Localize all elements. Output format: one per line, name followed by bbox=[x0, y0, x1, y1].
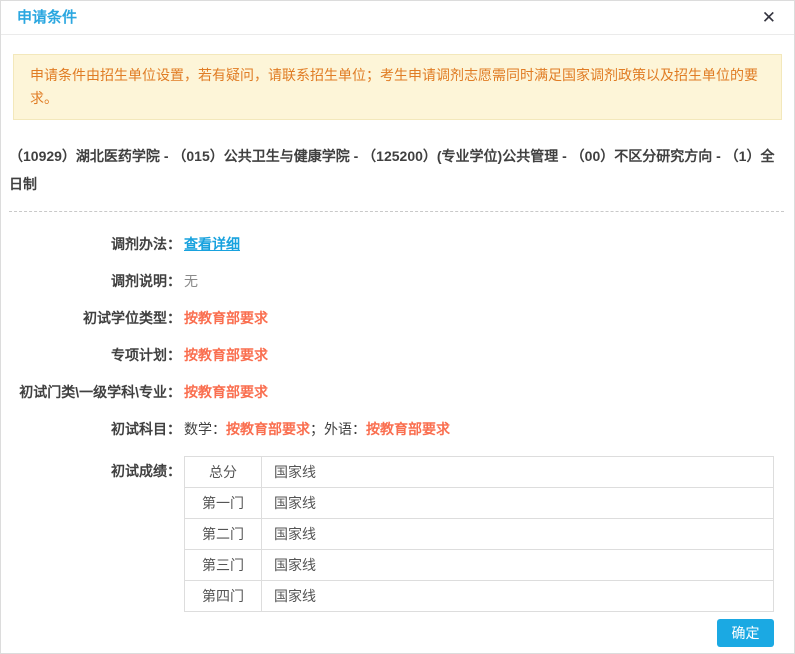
degree-type-label: 初试学位类型： bbox=[1, 308, 181, 328]
score-row-name: 总分 bbox=[185, 457, 262, 488]
table-row: 第一门 国家线 bbox=[185, 488, 774, 519]
table-row: 第二门 国家线 bbox=[185, 519, 774, 550]
modal-header: 申请条件 ✕ bbox=[1, 1, 794, 35]
close-icon[interactable]: ✕ bbox=[762, 1, 776, 34]
notice-text: 申请条件由招生单位设置，若有疑问，请联系招生单位；考生申请调剂志愿需同时满足国家… bbox=[30, 67, 758, 106]
score-row-value: 国家线 bbox=[262, 581, 774, 612]
row-discipline: 初试门类\一级学科\专业： 按教育部要求 bbox=[1, 382, 794, 402]
modal-title: 申请条件 bbox=[17, 9, 77, 26]
application-conditions-modal: { "modal": { "title": "申请条件", "close_ico… bbox=[0, 0, 795, 654]
math-label: 数学： bbox=[184, 421, 226, 437]
foreign-value: 按教育部要求 bbox=[366, 421, 450, 437]
view-details-link[interactable]: 查看详细 bbox=[181, 234, 240, 254]
transfer-method-label: 调剂办法： bbox=[1, 234, 181, 254]
table-row: 第四门 国家线 bbox=[185, 581, 774, 612]
table-row: 总分 国家线 bbox=[185, 457, 774, 488]
special-plan-label: 专项计划： bbox=[1, 345, 181, 365]
score-table: 总分 国家线 第一门 国家线 第二门 国家线 第三门 国家线 第四门 国家线 bbox=[184, 456, 774, 612]
discipline-value: 按教育部要求 bbox=[181, 382, 268, 402]
score-row-name: 第二门 bbox=[185, 519, 262, 550]
score-row-value: 国家线 bbox=[262, 550, 774, 581]
exam-subjects-label: 初试科目： bbox=[1, 419, 181, 439]
score-row-name: 第一门 bbox=[185, 488, 262, 519]
math-value: 按教育部要求 bbox=[226, 421, 310, 437]
confirm-button[interactable]: 确定 bbox=[717, 619, 774, 647]
program-info: （10929）湖北医药学院 - （015）公共卫生与健康学院 - （125200… bbox=[9, 142, 784, 212]
score-row-value: 国家线 bbox=[262, 457, 774, 488]
foreign-label: ；外语： bbox=[310, 421, 366, 437]
transfer-note-value: 无 bbox=[181, 271, 198, 291]
score-row-value: 国家线 bbox=[262, 488, 774, 519]
exam-scores-label: 初试成绩： bbox=[1, 456, 181, 612]
row-exam-scores: 初试成绩： 总分 国家线 第一门 国家线 第二门 国家线 第三门 国家线 bbox=[1, 456, 794, 612]
details-list: 调剂办法： 查看详细 调剂说明： 无 初试学位类型： 按教育部要求 专项计划： … bbox=[1, 234, 794, 612]
transfer-note-label: 调剂说明： bbox=[1, 271, 181, 291]
discipline-label: 初试门类\一级学科\专业： bbox=[1, 382, 181, 402]
notice-banner: 申请条件由招生单位设置，若有疑问，请联系招生单位；考生申请调剂志愿需同时满足国家… bbox=[13, 54, 782, 120]
row-transfer-note: 调剂说明： 无 bbox=[1, 271, 794, 291]
exam-subjects-value: 数学：按教育部要求；外语：按教育部要求 bbox=[181, 419, 450, 439]
special-plan-value: 按教育部要求 bbox=[181, 345, 268, 365]
row-degree-type: 初试学位类型： 按教育部要求 bbox=[1, 308, 794, 328]
score-row-name: 第四门 bbox=[185, 581, 262, 612]
row-transfer-method: 调剂办法： 查看详细 bbox=[1, 234, 794, 254]
score-row-name: 第三门 bbox=[185, 550, 262, 581]
row-exam-subjects: 初试科目： 数学：按教育部要求；外语：按教育部要求 bbox=[1, 419, 794, 439]
degree-type-value: 按教育部要求 bbox=[181, 308, 268, 328]
table-row: 第三门 国家线 bbox=[185, 550, 774, 581]
score-row-value: 国家线 bbox=[262, 519, 774, 550]
row-special-plan: 专项计划： 按教育部要求 bbox=[1, 345, 794, 365]
